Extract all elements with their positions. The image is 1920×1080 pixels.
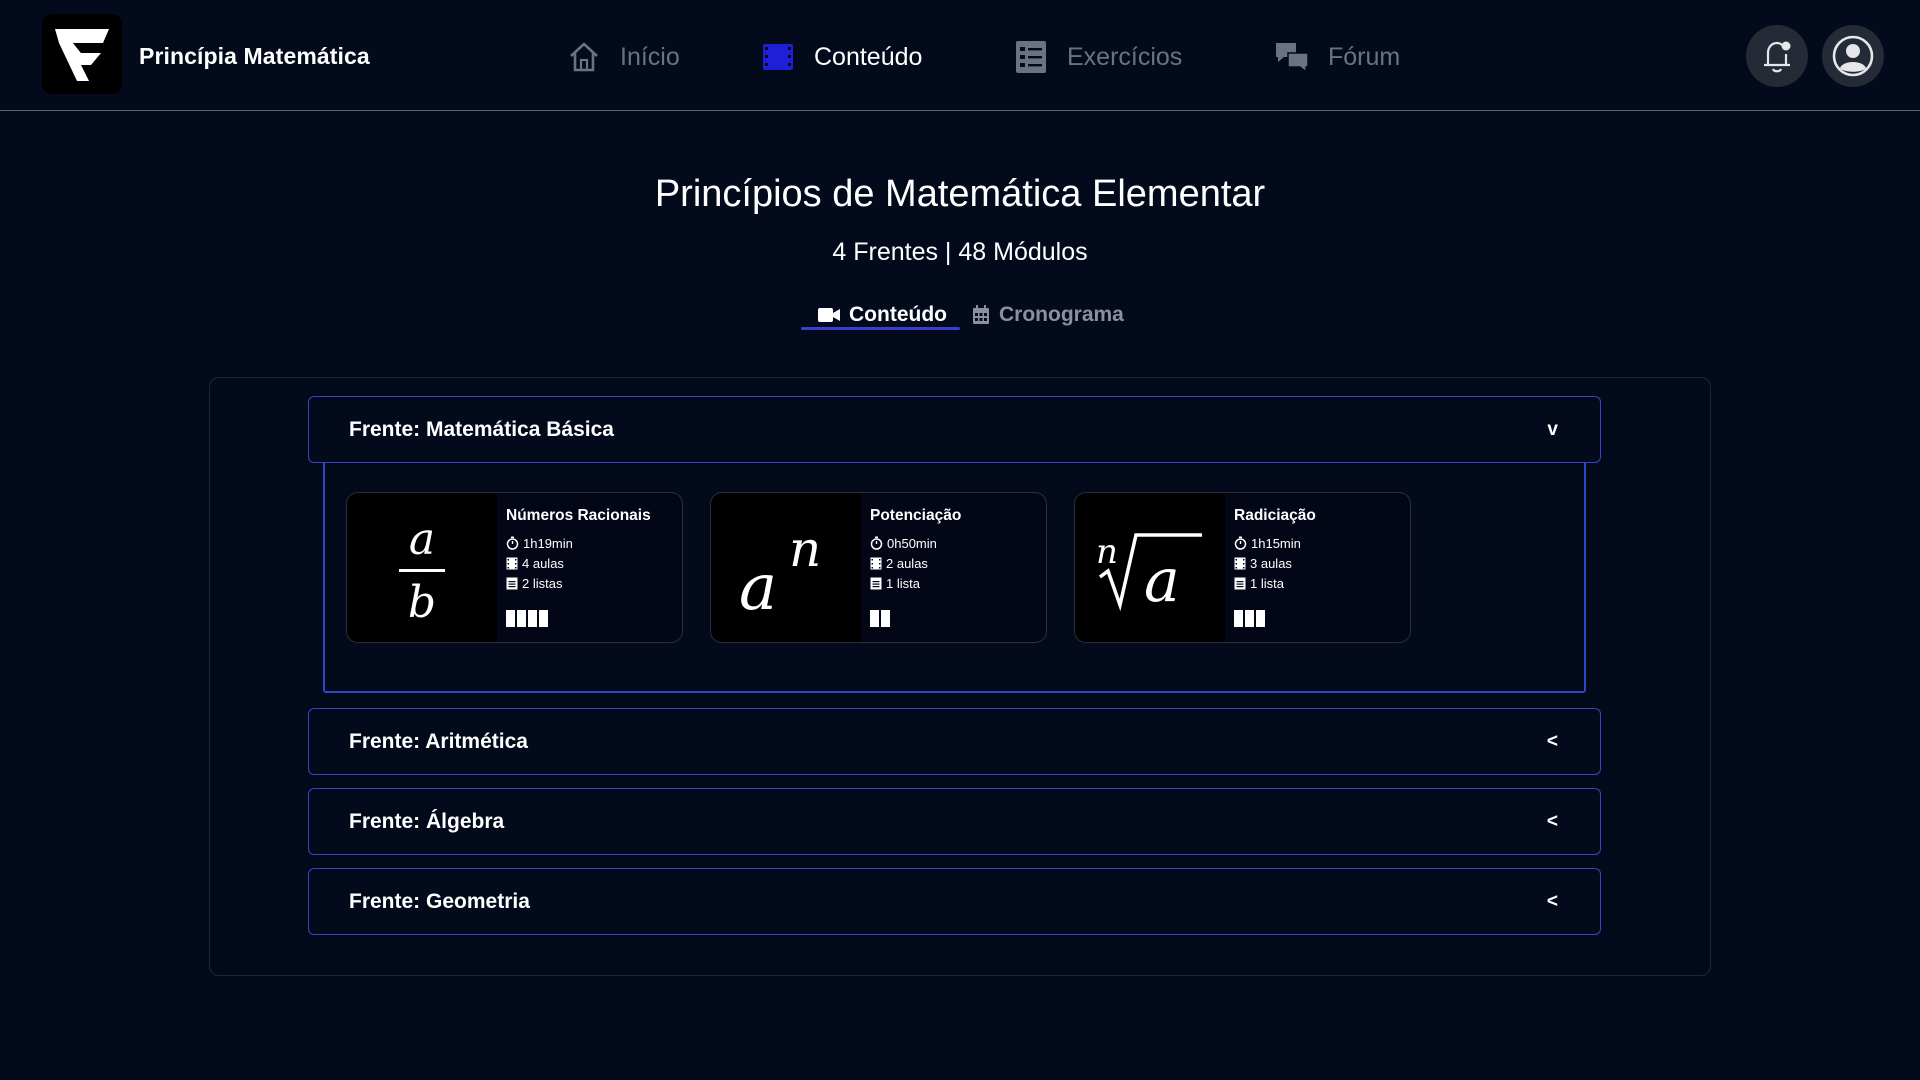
user-circle-icon [1832,35,1874,77]
chevron-left-icon: < [1546,810,1558,832]
svg-text:n: n [789,520,821,578]
module-thumbnail: a n [711,493,861,642]
calendar-icon [973,305,989,324]
module-progress [1234,610,1265,627]
home-icon [566,39,602,75]
frente-algebra-header[interactable]: Frente: Álgebra < [308,788,1601,855]
film-icon [870,557,882,569]
bell-icon [1764,41,1791,73]
notifications-button[interactable] [1746,25,1808,87]
module-lists: 1 lista [1234,573,1404,593]
nav-inicio[interactable]: Início [566,34,680,80]
progress-segment [506,610,515,627]
module-card-potenciacao[interactable]: a n Potenciação 0h50min 2 aulas 1 lista [710,492,1047,643]
module-card-numeros-racionais[interactable]: a b Números Racionais 1h19min 4 aulas 2 … [346,492,683,643]
stopwatch-icon [1234,536,1247,550]
progress-segment [539,610,548,627]
svg-text:b: b [408,577,436,628]
svg-text:a: a [409,514,435,565]
progress-segment [528,610,537,627]
top-navbar: Princípia Matemática Início Conteúdo Exe… [0,0,1920,111]
progress-segment [1245,610,1254,627]
module-title: Números Racionais [506,507,651,524]
nav-exercicios[interactable]: Exercícios [1013,34,1182,80]
chevron-left-icon: < [1546,730,1558,752]
course-title: Princípios de Matemática Elementar [654,173,1266,215]
stopwatch-icon [506,536,519,550]
frente-geometria-header[interactable]: Frente: Geometria < [308,868,1601,935]
chevron-down-icon: v [1547,418,1558,440]
brand-name[interactable]: Princípia Matemática [139,43,370,70]
active-tab-indicator [801,327,960,330]
module-lessons: 2 aulas [870,553,1040,573]
module-title: Potenciação [870,507,962,524]
root-formula-icon: n a [1096,532,1202,616]
tab-conteudo-label: Conteúdo [849,303,947,326]
brand-logo[interactable] [42,14,122,94]
fraction-formula-icon: a b [399,514,445,628]
module-lists-text: 1 lista [1250,575,1284,591]
module-duration-text: 1h15min [1251,535,1301,551]
nav-forum-label: Fórum [1328,42,1401,71]
frente-title: Frente: Geometria [349,889,530,913]
module-card-radiciacao[interactable]: n a Radiciação 1h15min 3 aulas 1 lista [1074,492,1411,643]
nav-conteudo-label: Conteúdo [814,42,923,71]
film-icon [506,557,518,569]
film-icon [1234,557,1246,569]
progress-segment [517,610,526,627]
nav-conteudo[interactable]: Conteúdo [760,34,922,80]
module-lists: 1 lista [870,573,1040,593]
module-lessons: 4 aulas [506,553,676,573]
module-thumbnail: a b [347,493,497,642]
document-list-icon [506,577,518,589]
module-duration: 1h15min [1234,533,1404,553]
module-thumbnail: n a [1075,493,1225,642]
chevron-left-icon: < [1546,890,1558,912]
tab-cronograma[interactable]: Cronograma [972,298,1124,332]
module-duration: 1h19min [506,533,676,553]
frente-matematica-basica-header[interactable]: Frente: Matemática Básica v [308,396,1601,463]
nav-exercicios-label: Exercícios [1067,42,1183,71]
module-duration-text: 0h50min [887,535,937,551]
module-title: Radiciação [1234,507,1316,524]
frente-title: Frente: Álgebra [349,809,505,833]
svg-text:a: a [1144,546,1180,616]
tab-cronograma-label: Cronograma [999,303,1124,326]
svg-text:n: n [1096,532,1118,572]
nav-forum[interactable]: Fórum [1274,34,1400,80]
module-progress [870,610,890,627]
module-duration-text: 1h19min [523,535,573,551]
module-lessons-text: 3 aulas [1250,555,1292,571]
module-lessons-text: 4 aulas [522,555,564,571]
document-list-icon [1234,577,1246,589]
progress-segment [1256,610,1265,627]
module-duration: 0h50min [870,533,1040,553]
module-lists: 2 listas [506,573,676,593]
course-subtitle: 4 Frentes | 48 Módulos [832,238,1088,266]
checklist-icon [1013,39,1049,75]
film-icon [760,39,796,75]
module-lists-text: 1 lista [886,575,920,591]
nav-inicio-label: Início [620,42,680,71]
progress-segment [1234,610,1243,627]
module-lessons-text: 2 aulas [886,555,928,571]
profile-button[interactable] [1822,25,1884,87]
module-lessons: 3 aulas [1234,553,1404,573]
video-camera-icon [818,308,840,322]
module-progress [506,610,548,627]
progress-segment [881,610,890,627]
frente-aritmetica-header[interactable]: Frente: Aritmética < [308,708,1601,775]
stopwatch-icon [870,536,883,550]
chat-bubbles-icon [1274,39,1310,75]
logo-mark-icon [55,29,109,81]
progress-segment [870,610,879,627]
svg-text:a: a [739,551,777,624]
document-list-icon [870,577,882,589]
frente-title: Frente: Matemática Básica [349,417,614,441]
module-lists-text: 2 listas [522,575,563,591]
frente-title: Frente: Aritmética [349,729,528,753]
power-formula-icon: a n [739,520,821,624]
